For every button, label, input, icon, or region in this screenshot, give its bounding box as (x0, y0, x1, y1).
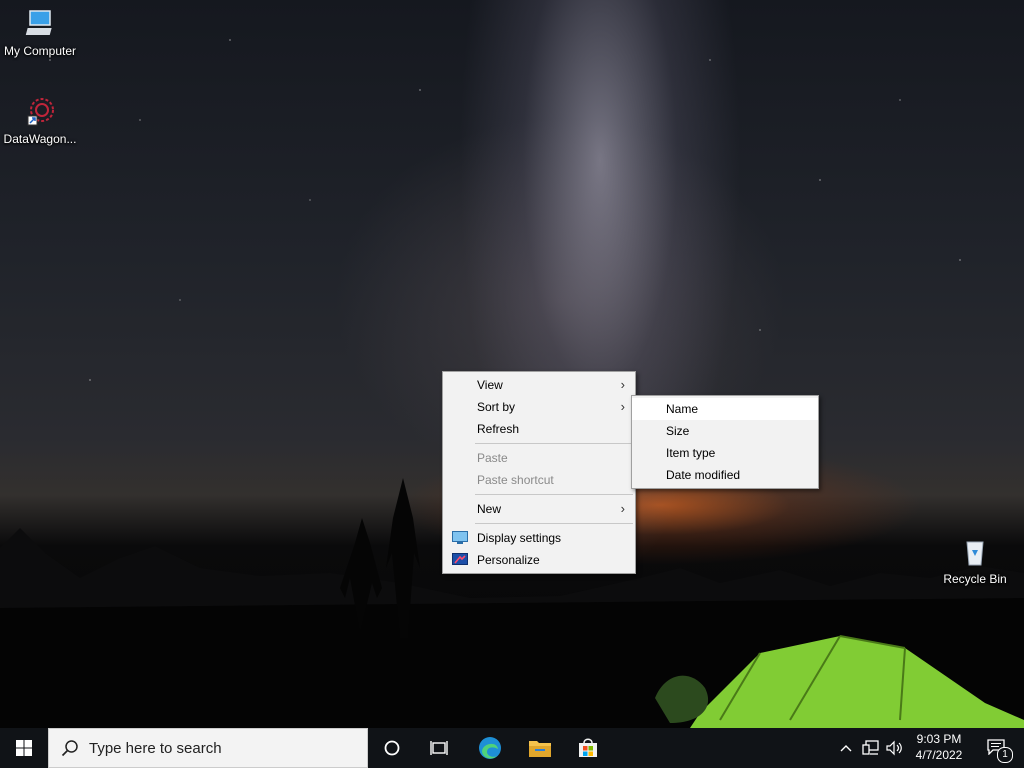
cortana-icon (384, 740, 400, 756)
edge-icon (479, 737, 501, 759)
network-button[interactable] (859, 728, 883, 768)
menu-item-label: Display settings (477, 531, 562, 545)
menu-item-label: Size (666, 424, 690, 438)
task-view-button[interactable] (416, 728, 464, 768)
recycle-bin-icon (966, 541, 984, 566)
menu-separator (475, 523, 633, 524)
task-view-icon (430, 741, 448, 755)
file-explorer-button[interactable] (516, 728, 564, 768)
menu-item-personalize[interactable]: Personalize (443, 549, 635, 571)
menu-item-label: Sort by (477, 400, 516, 414)
menu-item-label: Item type (666, 446, 716, 460)
menu-item-label: View (477, 378, 503, 392)
menu-item-label: Date modified (666, 468, 741, 482)
clock[interactable]: 9:03 PM 4/7/2022 (905, 731, 973, 763)
menu-item-sort-by[interactable]: Sort by › (443, 396, 635, 418)
display-settings-icon (452, 531, 468, 544)
menu-item-label: Paste shortcut (477, 473, 554, 487)
volume-icon (886, 740, 902, 756)
windows-logo-icon (16, 740, 32, 756)
desktop-icon-my-computer[interactable]: My Computer (0, 8, 80, 58)
chevron-right-icon: › (620, 377, 625, 392)
show-hidden-icons-button[interactable] (836, 728, 856, 768)
desktop-icon-datawagon[interactable]: DataWagon... (0, 96, 80, 146)
sort-by-submenu: Name Size Item type Date modified (631, 395, 819, 489)
desktop-wallpaper[interactable] (0, 0, 1024, 728)
menu-item-label: Personalize (477, 553, 540, 567)
menu-item-label: New (477, 502, 502, 516)
datawagon-shortcut-icon (27, 98, 54, 126)
sort-by-item-type[interactable]: Item type (632, 442, 818, 464)
desktop-icon-label: My Computer (3, 44, 77, 58)
clock-date: 4/7/2022 (915, 748, 963, 762)
clock-time: 9:03 PM (916, 732, 962, 746)
search-placeholder: Type here to search (89, 740, 222, 757)
menu-item-refresh[interactable]: Refresh (443, 418, 635, 440)
desktop-icon-recycle-bin[interactable]: Recycle Bin (935, 536, 1015, 586)
menu-item-label: Refresh (477, 422, 520, 436)
cortana-button[interactable] (368, 728, 416, 768)
chevron-right-icon: › (620, 501, 625, 516)
action-center-button[interactable]: 1 (978, 728, 1018, 768)
start-button[interactable] (0, 728, 48, 768)
search-icon (61, 740, 78, 757)
volume-button[interactable] (884, 728, 906, 768)
personalize-icon (452, 553, 468, 565)
taskbar: Type here to search 9:03 PM 4/7/2022 1 (0, 728, 1024, 768)
menu-item-new[interactable]: New › (443, 498, 635, 520)
sort-by-size[interactable]: Size (632, 420, 818, 442)
menu-item-label: Paste (477, 451, 508, 465)
taskbar-search-box[interactable]: Type here to search (48, 728, 368, 768)
sort-by-name[interactable]: Name (632, 398, 818, 420)
menu-item-display-settings[interactable]: Display settings (443, 527, 635, 549)
store-icon (579, 738, 597, 757)
menu-item-paste-shortcut: Paste shortcut (443, 469, 635, 491)
notification-count-badge: 1 (997, 747, 1013, 763)
desktop-icon-label: DataWagon... (3, 132, 77, 146)
desktop-context-menu: View › Sort by › Refresh Paste Paste sho… (442, 371, 636, 574)
file-explorer-icon (529, 741, 551, 757)
desktop-icon-label: Recycle Bin (943, 572, 1007, 586)
menu-item-paste: Paste (443, 447, 635, 469)
sort-by-date-modified[interactable]: Date modified (632, 464, 818, 486)
chevron-right-icon: › (620, 399, 625, 414)
store-button[interactable] (564, 728, 612, 768)
computer-icon (25, 10, 52, 35)
menu-separator (475, 494, 633, 495)
menu-item-view[interactable]: View › (443, 374, 635, 396)
edge-button[interactable] (466, 728, 514, 768)
menu-separator (475, 443, 633, 444)
menu-item-label: Name (666, 402, 699, 416)
network-icon (862, 740, 879, 755)
chevron-up-icon (840, 745, 852, 752)
